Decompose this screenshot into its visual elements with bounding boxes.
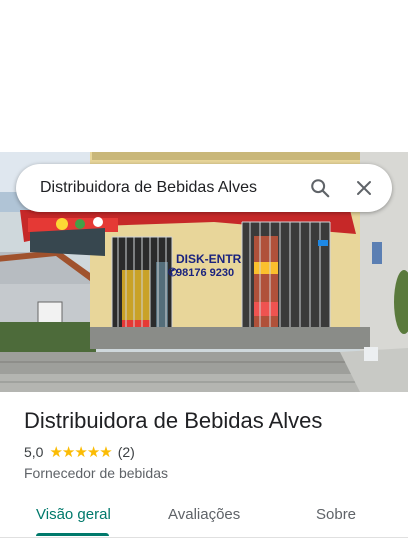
tab-about[interactable]: Sobre	[316, 492, 356, 536]
search-icon[interactable]	[298, 164, 342, 212]
star-rating: ★ ★ ★ ★ ★	[49, 443, 112, 461]
star-icon: ★	[74, 443, 87, 461]
star-icon: ★	[86, 443, 100, 461]
close-icon[interactable]	[342, 164, 386, 212]
review-count[interactable]: (2)	[118, 444, 135, 460]
place-title: Distribuidora de Bebidas Alves	[24, 408, 323, 433]
search-input[interactable]: Distribuidora de Bebidas Alves	[16, 179, 298, 197]
search-bar[interactable]: Distribuidora de Bebidas Alves	[16, 164, 392, 212]
place-tabs: Visão geral Avaliações Sobre	[0, 492, 408, 538]
tab-overview[interactable]: Visão geral	[36, 492, 111, 536]
storefront-phone: 98176 9230	[176, 267, 234, 279]
tab-reviews[interactable]: Avaliações	[168, 492, 240, 536]
active-tab-indicator	[36, 533, 109, 536]
rating-value: 5,0	[24, 444, 44, 460]
tabs-divider	[0, 537, 408, 538]
star-icon: ★	[99, 443, 112, 461]
place-category: Fornecedor de bebidas	[24, 465, 168, 481]
star-icon: ★	[49, 443, 62, 461]
rating-row[interactable]: 5,0 ★ ★ ★ ★ ★ (2)	[24, 444, 135, 460]
star-icon: ★	[61, 443, 75, 461]
phone-prefix-glyph: ✆	[168, 267, 177, 279]
